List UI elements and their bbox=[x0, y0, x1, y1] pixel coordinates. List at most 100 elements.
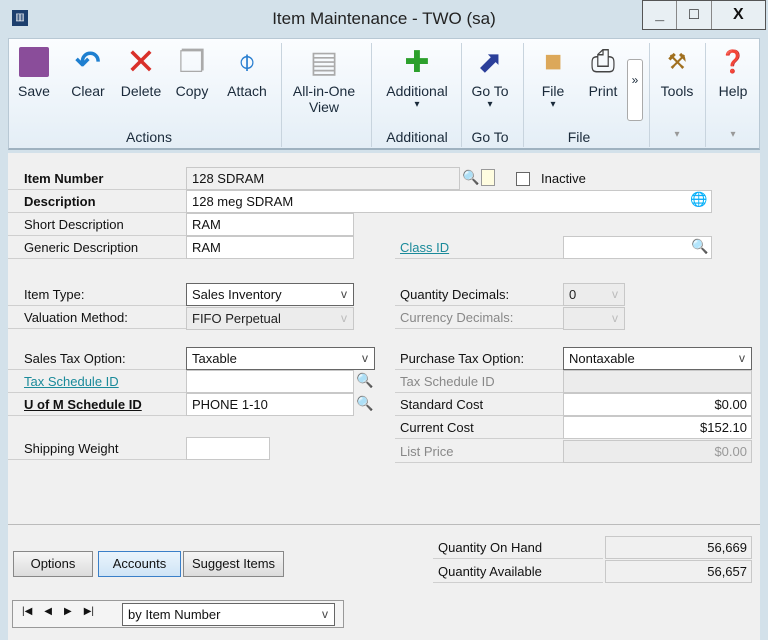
view-label: View bbox=[308, 99, 340, 115]
item-number-label: Item Number bbox=[8, 168, 186, 190]
accounts-button[interactable]: Accounts bbox=[98, 551, 181, 577]
tools-button[interactable]: ⚒ Tools bbox=[655, 41, 699, 99]
shipping-weight-label: Shipping Weight bbox=[8, 438, 186, 460]
tools-icon: ⚒ bbox=[667, 49, 687, 74]
inactive-label: Inactive bbox=[541, 171, 586, 186]
next-record-button[interactable]: ▶ bbox=[64, 606, 72, 617]
save-button[interactable]: Save bbox=[17, 41, 51, 99]
additional-label: Additional bbox=[386, 83, 448, 99]
tools-label: Tools bbox=[660, 83, 694, 99]
suggest-items-button[interactable]: Suggest Items bbox=[183, 551, 284, 577]
group-additional-label: Additional bbox=[386, 129, 448, 145]
qty-on-hand-label: Quantity On Hand bbox=[433, 537, 603, 559]
close-button[interactable]: X bbox=[712, 1, 765, 29]
standard-cost-field[interactable]: $0.00 bbox=[563, 393, 752, 416]
all-in-one-label: All-in-One bbox=[292, 83, 356, 99]
attach-button[interactable]: ⌽ Attach bbox=[223, 41, 271, 99]
globe-icon[interactable]: 🌐 bbox=[690, 191, 707, 208]
short-description-field[interactable]: RAM bbox=[186, 213, 354, 236]
help-label: Help bbox=[718, 83, 748, 99]
group-goto-label: Go To bbox=[471, 129, 509, 145]
list-price-field: $0.00 bbox=[563, 440, 752, 463]
print-label: Print bbox=[588, 83, 618, 99]
divider bbox=[8, 524, 760, 525]
tax-schedule-field[interactable] bbox=[186, 370, 354, 393]
tax-schedule-label[interactable]: Tax Schedule ID bbox=[24, 374, 119, 389]
maximize-button[interactable]: □ bbox=[677, 1, 712, 29]
inactive-checkbox[interactable] bbox=[516, 172, 530, 186]
copy-button[interactable]: ❐ Copy bbox=[173, 41, 211, 100]
minimize-button[interactable]: _ bbox=[643, 1, 678, 29]
generic-description-field[interactable]: RAM bbox=[186, 236, 354, 259]
sales-tax-option-label: Sales Tax Option: bbox=[8, 348, 186, 370]
ribbon-toolbar: Save ↶ Clear ✕ Delete ❐ Copy ⌽ Attach Action… bbox=[8, 38, 760, 150]
item-type-select[interactable]: Sales Inventory bbox=[186, 283, 354, 306]
printer-icon: ⎙ bbox=[591, 45, 615, 78]
folder-icon: ■ bbox=[543, 45, 563, 78]
tools-dropdown-icon[interactable]: ▾ bbox=[655, 129, 699, 140]
class-id-field[interactable] bbox=[563, 236, 712, 259]
list-price-label: List Price bbox=[395, 441, 563, 463]
tax-schedule-lookup-icon[interactable]: 🔍 bbox=[356, 372, 373, 389]
currency-decimals-label: Currency Decimals: bbox=[395, 307, 563, 329]
group-actions-label: Actions bbox=[126, 129, 172, 145]
class-id-lookup-icon[interactable]: 🔍 bbox=[691, 238, 708, 255]
description-field[interactable]: 128 meg SDRAM bbox=[186, 190, 712, 213]
first-record-button[interactable]: |◀ bbox=[22, 606, 32, 617]
help-button[interactable]: ❓ Help bbox=[711, 41, 755, 99]
lookup-icon[interactable]: 🔍 bbox=[462, 169, 479, 186]
purchase-tax-option-select[interactable]: Nontaxable bbox=[563, 347, 752, 370]
previous-record-button[interactable]: ◀ bbox=[44, 606, 52, 617]
quantity-decimals-label: Quantity Decimals: bbox=[395, 284, 563, 306]
qty-available-label: Quantity Available bbox=[433, 561, 603, 583]
qty-available-value: 56,657 bbox=[605, 560, 752, 583]
dropdown-arrow-icon: ▾ bbox=[414, 99, 420, 110]
uofm-lookup-icon[interactable]: 🔍 bbox=[356, 395, 373, 412]
dropdown-arrow-icon: ▾ bbox=[487, 99, 493, 110]
all-in-one-view-button[interactable]: ▤ All-in-One View bbox=[285, 41, 363, 116]
dropdown-arrow-icon: ▾ bbox=[550, 99, 556, 110]
copy-label: Copy bbox=[175, 83, 209, 99]
note-icon[interactable] bbox=[481, 169, 495, 186]
more-button[interactable]: » bbox=[627, 59, 643, 121]
goto-button[interactable]: ⬈ Go To ▾ bbox=[465, 41, 515, 111]
help-dropdown-icon[interactable]: ▾ bbox=[711, 129, 755, 140]
quantity-decimals-select[interactable]: 0 bbox=[563, 283, 625, 306]
uofm-schedule-link[interactable]: U of M Schedule ID bbox=[8, 394, 186, 416]
short-description-label: Short Description bbox=[8, 214, 186, 236]
uofm-schedule-field[interactable]: PHONE 1-10 bbox=[186, 393, 354, 416]
purchase-tax-option-label: Purchase Tax Option: bbox=[395, 348, 563, 370]
clear-label: Clear bbox=[71, 83, 105, 99]
uofm-schedule-label[interactable]: U of M Schedule ID bbox=[24, 397, 142, 412]
class-id-link[interactable]: Class ID bbox=[395, 237, 563, 259]
app-icon: ▥ bbox=[12, 10, 28, 26]
add-window-icon: ✚ bbox=[404, 45, 430, 79]
sort-order-select[interactable]: by Item Number bbox=[122, 603, 335, 626]
class-id-label[interactable]: Class ID bbox=[400, 240, 449, 255]
valuation-method-select[interactable]: FIFO Perpetual bbox=[186, 307, 354, 330]
tax-schedule-link[interactable]: Tax Schedule ID bbox=[8, 371, 186, 393]
window-controls: _ □ X bbox=[642, 0, 766, 30]
shipping-weight-field[interactable] bbox=[186, 437, 270, 460]
group-file-label: File bbox=[567, 129, 591, 145]
last-record-button[interactable]: ▶| bbox=[84, 606, 94, 617]
qty-on-hand-value: 56,669 bbox=[605, 536, 752, 559]
description-label: Description bbox=[8, 191, 186, 213]
options-button[interactable]: Options bbox=[13, 551, 93, 577]
delete-x-icon: ✕ bbox=[125, 41, 157, 82]
help-icon: ❓ bbox=[719, 49, 747, 74]
item-number-field[interactable]: 128 SDRAM bbox=[186, 167, 460, 190]
delete-button[interactable]: ✕ Delete bbox=[117, 41, 165, 99]
goto-arrow-icon: ⬈ bbox=[477, 45, 503, 79]
sales-tax-option-select[interactable]: Taxable bbox=[186, 347, 375, 370]
paperclip-icon: ⌽ bbox=[238, 45, 256, 78]
clear-button[interactable]: ↶ Clear bbox=[69, 41, 107, 100]
purchase-tax-schedule-field bbox=[563, 370, 752, 393]
purchase-tax-schedule-label: Tax Schedule ID bbox=[395, 371, 563, 393]
print-button[interactable]: ⎙ Print bbox=[581, 41, 625, 99]
goto-label: Go To bbox=[471, 83, 509, 99]
currency-decimals-select[interactable] bbox=[563, 307, 625, 330]
file-button[interactable]: ■ File ▾ bbox=[533, 41, 573, 110]
current-cost-field[interactable]: $152.10 bbox=[563, 416, 752, 439]
additional-button[interactable]: ✚ Additional ▾ bbox=[377, 41, 457, 111]
